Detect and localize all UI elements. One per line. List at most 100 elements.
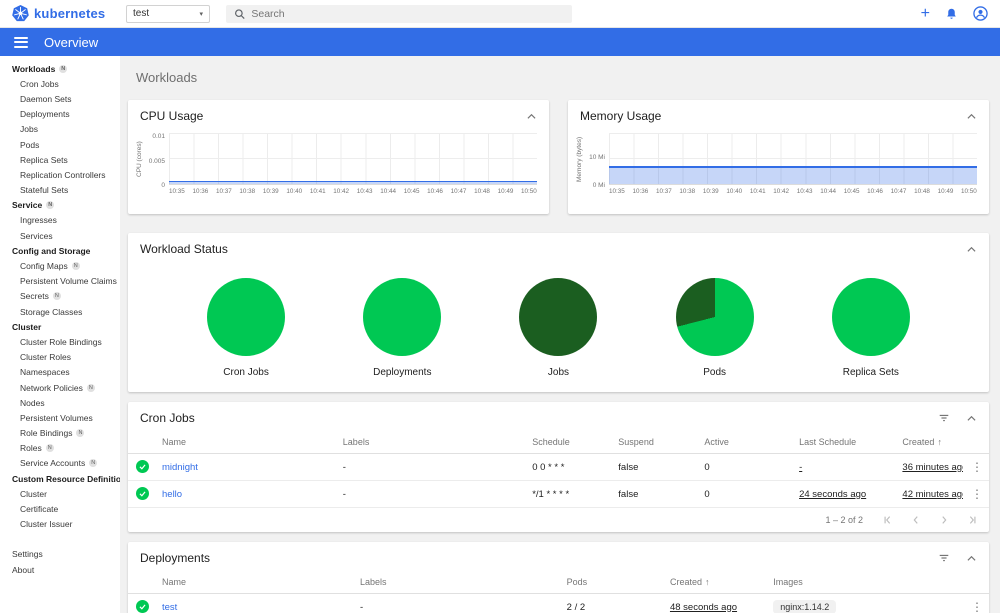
sidebar-item-roles[interactable]: Roles N <box>0 441 120 456</box>
column-header-labels[interactable]: Labels <box>352 571 559 594</box>
sidebar-item-daemon-sets[interactable]: Daemon Sets <box>0 91 120 106</box>
x-tick: 10:41 <box>749 188 766 195</box>
table-row[interactable]: midnight - 0 0 * * * false 0 - 36 minute… <box>128 453 989 481</box>
create-resource-button[interactable]: + <box>921 5 930 22</box>
sidebar-item-config-and-storage[interactable]: Config and Storage <box>0 243 120 258</box>
sidebar-item-settings[interactable]: Settings <box>0 547 120 562</box>
sidebar-item-service[interactable]: Service N <box>0 198 120 213</box>
column-label: Created <box>902 437 935 447</box>
next-page-icon[interactable] <box>939 515 949 525</box>
sidebar-item-pods[interactable]: Pods <box>0 137 120 152</box>
kubernetes-logo[interactable]: kubernetes <box>12 5 120 22</box>
sidebar-item-persistent-volume-claims[interactable]: Persistent Volume ClaimsN <box>0 274 129 289</box>
deployments-pie-figure: Deployments <box>337 278 467 378</box>
sidebar-item-cluster-role-bindings[interactable]: Cluster Role Bindings <box>0 334 120 349</box>
row-actions-menu-icon[interactable]: ⋮ <box>963 593 989 613</box>
deployments-pie-chart[interactable] <box>363 278 442 356</box>
column-header-last-schedule[interactable]: Last Schedule <box>791 431 895 454</box>
sidebar-item-stateful-sets[interactable]: Stateful Sets <box>0 183 120 198</box>
column-header-images[interactable]: Images <box>765 571 963 594</box>
sidebar-item-crd-cluster[interactable]: Cluster <box>0 486 120 501</box>
pods-pie-chart[interactable] <box>675 278 754 356</box>
cronjob-name-link[interactable]: hello <box>154 480 335 508</box>
pagination-bar: 1 – 2 of 2 <box>128 508 989 532</box>
column-header-created[interactable]: Created ↑ <box>894 431 963 454</box>
column-header-labels[interactable]: Labels <box>334 431 525 454</box>
x-tick: 10:50 <box>521 188 537 195</box>
sidebar-item-ingresses[interactable]: Ingresses <box>0 213 120 228</box>
previous-page-icon[interactable] <box>911 515 921 525</box>
namespace-selector[interactable]: test ▾ <box>126 4 210 23</box>
column-header-name[interactable]: Name <box>154 571 353 594</box>
row-actions-menu-icon[interactable]: ⋮ <box>963 453 989 481</box>
table-row[interactable]: test - 2 / 2 48 seconds ago nginx:1.14.2… <box>128 593 989 613</box>
namespaced-badge: N <box>71 262 80 271</box>
column-header-schedule[interactable]: Schedule <box>524 431 611 454</box>
collapse-card-button[interactable] <box>966 245 977 254</box>
last-page-icon[interactable] <box>967 515 977 525</box>
column-header-suspend[interactable]: Suspend <box>610 431 697 454</box>
filter-icon[interactable] <box>938 412 950 424</box>
sidebar-item-service-accounts[interactable]: Service Accounts N <box>0 456 120 471</box>
sidebar-item-workloads[interactable]: Workloads N <box>0 61 120 76</box>
sidebar-item-label: Workloads <box>12 63 56 74</box>
column-header-pods[interactable]: Pods <box>558 571 662 594</box>
card-title: Workload Status <box>140 242 228 256</box>
jobs-pie-chart[interactable] <box>519 278 598 356</box>
column-header-active[interactable]: Active <box>696 431 792 454</box>
column-header-name[interactable]: Name <box>154 431 335 454</box>
sidebar-item-certificate[interactable]: Certificate <box>0 501 120 516</box>
sort-arrow-icon: ↑ <box>937 437 942 447</box>
sidebar-item-jobs[interactable]: Jobs <box>0 122 120 137</box>
search-input[interactable] <box>251 7 564 20</box>
collapse-card-button[interactable] <box>966 414 977 423</box>
x-tick: 10:43 <box>356 188 373 195</box>
first-page-icon[interactable] <box>883 515 893 525</box>
deployment-name-link[interactable]: test <box>154 593 353 613</box>
chevron-down-icon: ▾ <box>199 10 203 18</box>
table-row[interactable]: hello - */1 * * * * false 0 24 seconds a… <box>128 480 989 508</box>
replica-sets-pie-figure: Replica Sets <box>806 278 936 378</box>
sidebar-item-role-bindings[interactable]: Role Bindings N <box>0 426 120 441</box>
app-bar: Overview <box>0 28 1000 56</box>
cronjob-name-link[interactable]: midnight <box>154 453 335 481</box>
sidebar-item-replica-sets[interactable]: Replica Sets <box>0 152 120 167</box>
cron-jobs-pie-chart[interactable] <box>207 278 286 356</box>
sidebar-item-label: Ingresses <box>20 215 57 226</box>
sidebar-item-replication-controllers[interactable]: Replication Controllers <box>0 167 120 182</box>
created-cell: 42 minutes ago <box>894 480 963 508</box>
sidebar-item-deployments[interactable]: Deployments <box>0 107 120 122</box>
sidebar-item-secrets[interactable]: Secrets N <box>0 289 120 304</box>
x-axis-ticks: 10:35 10:36 10:37 10:38 10:39 10:40 10:41 10:42… <box>169 188 537 195</box>
column-header-created[interactable]: Created ↑ <box>661 571 766 594</box>
sidebar-item-custom-resource-definitions[interactable]: Custom Resource Definitions <box>0 471 131 486</box>
sidebar-item-about[interactable]: About <box>0 562 120 577</box>
collapse-card-button[interactable] <box>526 112 537 121</box>
collapse-card-button[interactable] <box>966 554 977 563</box>
sidebar-item-storage-classes[interactable]: Storage Classes <box>0 304 120 319</box>
sidebar-item-config-maps[interactable]: Config Maps N <box>0 258 120 273</box>
table-header-row: Name Labels Pods Created ↑ Images <box>128 571 989 594</box>
sidebar-item-network-policies[interactable]: Network Policies N <box>0 380 120 395</box>
sidebar-item-nodes[interactable]: Nodes <box>0 395 120 410</box>
pods-pie-figure: Pods <box>650 278 780 378</box>
search-bar[interactable] <box>226 4 572 23</box>
row-actions-menu-icon[interactable]: ⋮ <box>963 480 989 508</box>
sidebar-item-services[interactable]: Services <box>0 228 120 243</box>
menu-hamburger-icon[interactable] <box>14 36 28 48</box>
sidebar-item-namespaces[interactable]: Namespaces <box>0 365 120 380</box>
sidebar-item-persistent-volumes[interactable]: Persistent Volumes <box>0 410 120 425</box>
actions-column <box>963 431 989 454</box>
sidebar-item-cluster[interactable]: Cluster <box>0 319 120 334</box>
user-account-icon[interactable] <box>973 6 988 21</box>
collapse-card-button[interactable] <box>966 112 977 121</box>
sidebar-item-cluster-issuer[interactable]: Cluster Issuer <box>0 517 120 532</box>
sidebar-item-label: Stateful Sets <box>20 185 69 196</box>
filter-icon[interactable] <box>938 552 950 564</box>
sidebar-item-label: Settings <box>12 549 43 560</box>
sidebar-item-cluster-roles[interactable]: Cluster Roles <box>0 350 120 365</box>
sidebar-item-label: Service Accounts <box>20 458 86 469</box>
replica-sets-pie-chart[interactable] <box>831 278 910 356</box>
notifications-bell-icon[interactable] <box>945 7 958 21</box>
sidebar-item-cron-jobs[interactable]: Cron Jobs <box>0 76 120 91</box>
